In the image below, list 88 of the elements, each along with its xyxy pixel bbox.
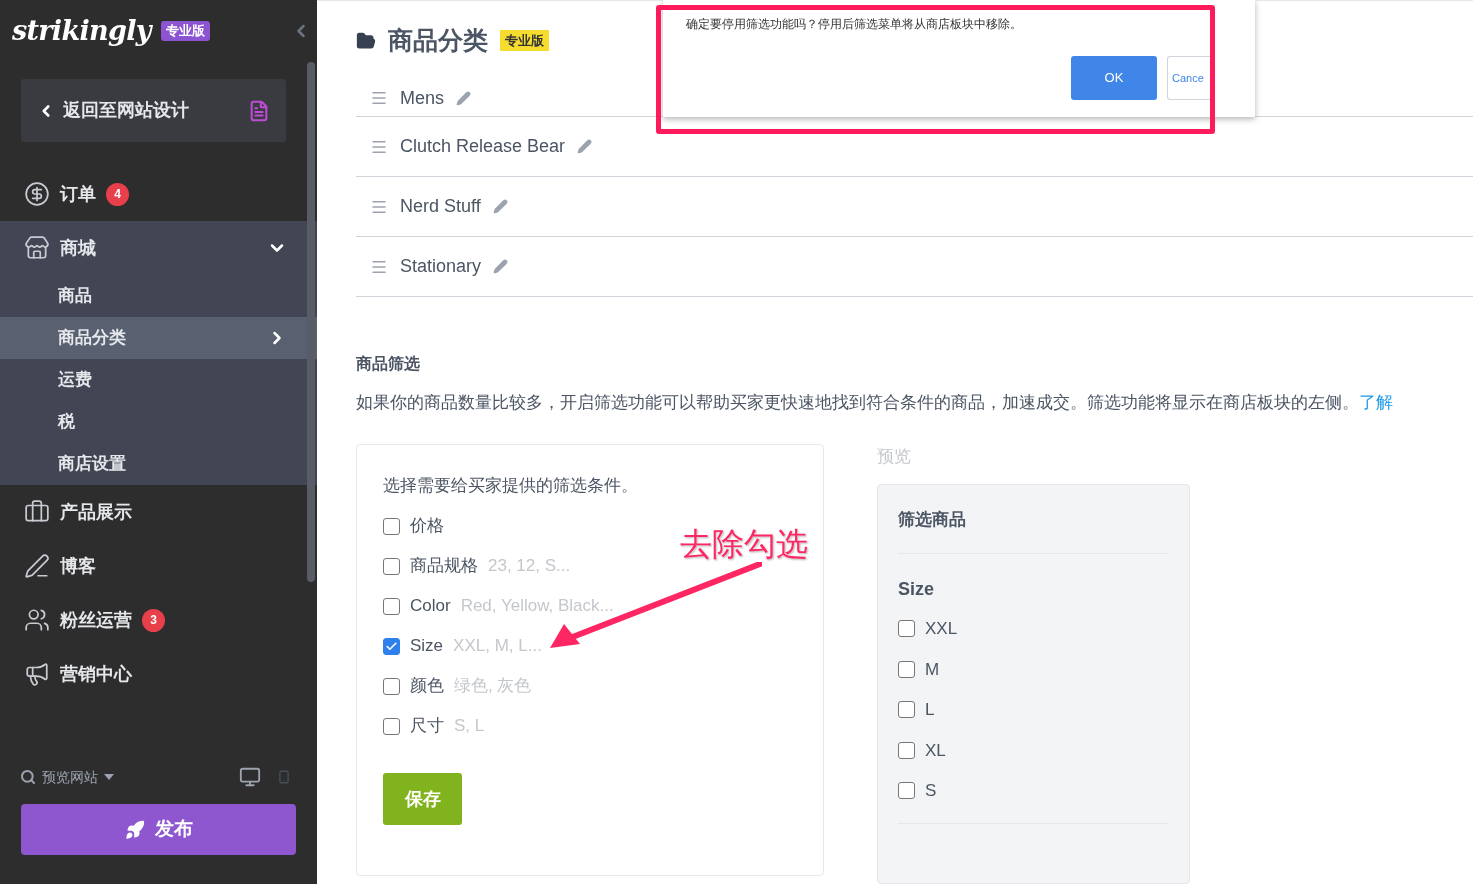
category-name: Mens	[400, 86, 444, 110]
edit-icon	[492, 199, 508, 214]
section-title: 商品筛选	[356, 354, 421, 374]
option-hint: S, L	[454, 715, 485, 738]
caret-icon	[104, 774, 114, 780]
desktop-icon	[239, 766, 261, 788]
option-label: 尺寸	[410, 715, 444, 738]
logo: strikingly	[12, 13, 151, 48]
option-label: XXL	[925, 618, 958, 640]
nav-label: 营销中心	[60, 662, 132, 686]
filter-prompt: 选择需要给买家提供的筛选条件。	[383, 474, 639, 497]
nav-label: 商城	[60, 236, 96, 260]
option-label: 价格	[410, 515, 444, 538]
dialog-message: 确定要停用筛选功能吗？停用后筛选菜单将从商店板块中移除。	[686, 16, 1023, 33]
checkbox[interactable]	[898, 620, 915, 638]
check-icon	[385, 639, 398, 653]
page-title: 商品分类	[388, 24, 488, 56]
category-name: Clutch Release Bear	[400, 135, 566, 158]
nav-item[interactable]: 博客	[0, 539, 317, 593]
option-label: M	[925, 658, 940, 681]
nav-label: 产品展示	[60, 500, 132, 524]
document-icon	[248, 99, 270, 122]
megaphone-icon	[24, 661, 50, 687]
folder-icon	[356, 30, 376, 51]
drag-handle-icon	[370, 89, 388, 107]
nav-item[interactable]: 产品展示	[0, 485, 317, 539]
option-label: Size	[410, 635, 444, 658]
option-label: 商品规格	[410, 555, 478, 578]
checkbox[interactable]	[383, 637, 400, 655]
briefcase-icon	[24, 499, 50, 525]
preview-title: 筛选商品	[898, 485, 1169, 554]
option-label: XL	[925, 739, 946, 762]
checkbox[interactable]	[898, 741, 915, 759]
checkbox[interactable]	[383, 717, 400, 735]
option-label: Color	[410, 595, 451, 618]
nav-subitem[interactable]: 商品	[0, 275, 317, 317]
nav-label: 粉丝运营	[60, 608, 132, 632]
count-badge: 3	[142, 608, 165, 632]
option-hint: XXL, M, L...	[453, 635, 542, 658]
plan-badge: 专业版	[160, 21, 210, 41]
group-title: Size	[898, 577, 936, 601]
nav-subitem[interactable]: 商店设置	[0, 443, 317, 485]
option-hint: 23, 12, S...	[488, 555, 571, 578]
pen-icon	[24, 553, 50, 579]
category-row[interactable]: Stationary	[356, 237, 1473, 297]
nav-subitem[interactable]: 税	[0, 401, 317, 443]
nav-subitem[interactable]: 运费	[0, 359, 317, 401]
category-name: Nerd Stuff	[400, 195, 481, 218]
option-label: L	[925, 699, 935, 721]
nav-label: 订单	[60, 182, 96, 206]
checkbox[interactable]	[383, 517, 400, 535]
description: 如果你的商品数量比较多，开启筛选功能可以帮助买家更快速地找到符合条件的商品，加速成交。筛选功能将显示在商店板块的左侧。	[356, 393, 1359, 412]
edit-icon	[577, 139, 593, 154]
option-label: S	[925, 780, 937, 802]
category-row[interactable]: Nerd Stuff	[356, 177, 1473, 237]
store-icon	[24, 235, 50, 261]
nav-item[interactable]: 订单 4	[0, 167, 317, 221]
nav-item[interactable]: 粉丝运营 3	[0, 593, 317, 647]
checkbox[interactable]	[383, 597, 400, 615]
checkbox[interactable]	[898, 782, 915, 800]
preview-site-link[interactable]: 预览网站	[42, 766, 98, 788]
nav-label: 博客	[60, 554, 96, 578]
scrollbar[interactable]	[307, 62, 315, 582]
nav-item[interactable]: 商城	[0, 221, 317, 275]
users-icon	[24, 607, 50, 633]
option-label: 颜色	[410, 675, 444, 698]
nav-subitem[interactable]: 商品分类	[0, 317, 317, 359]
phone-icon	[277, 770, 291, 784]
nav-item[interactable]: 营销中心	[0, 647, 317, 701]
ok-button[interactable]: OK	[1071, 56, 1157, 100]
plan-badge: 专业版	[500, 29, 549, 52]
preview-label: 预览	[877, 445, 912, 468]
checkbox[interactable]	[898, 660, 915, 678]
search-icon	[20, 769, 36, 785]
publish-button[interactable]: 发布	[21, 804, 296, 855]
checkbox[interactable]	[383, 557, 400, 575]
rocket-icon	[124, 819, 145, 840]
category-name: Stationary	[400, 255, 482, 278]
back-button[interactable]: 返回至网站设计	[21, 79, 286, 142]
annotation-text: 去除勾选	[680, 524, 808, 565]
option-hint: Red, Yellow, Black...	[460, 595, 614, 618]
count-badge: 4	[106, 182, 129, 206]
checkbox[interactable]	[383, 677, 400, 695]
checkbox[interactable]	[898, 701, 915, 719]
option-hint: 绿色, 灰色	[454, 675, 532, 698]
edit-icon	[493, 259, 509, 274]
dollar-icon	[24, 181, 50, 207]
edit-icon	[456, 90, 471, 106]
